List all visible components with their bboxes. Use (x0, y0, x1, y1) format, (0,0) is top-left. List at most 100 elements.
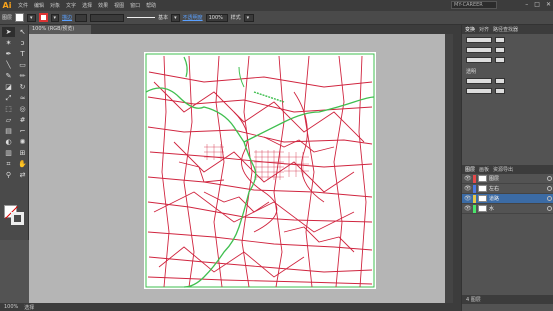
layer-row[interactable]: 👁 图层 (462, 174, 553, 184)
perspective-tool-icon[interactable]: ▱ (2, 115, 15, 125)
layer-row-active[interactable]: 👁 道路 (462, 194, 553, 204)
document-tab[interactable]: 100% (RGB/预览) (29, 25, 91, 34)
gradient-tool-icon[interactable]: ▤ (2, 126, 15, 136)
layer-name[interactable]: 图层 (489, 175, 545, 182)
layers-panel-tabs: 图层 画板 资源导出 (462, 165, 553, 174)
stroke-weight-field[interactable] (75, 13, 88, 22)
direct-selection-tool-icon[interactable]: ↖ (16, 27, 29, 37)
stroke-color-icon[interactable] (11, 212, 24, 225)
artboard-tool-icon[interactable]: ⊞ (16, 148, 29, 158)
y-field[interactable] (466, 47, 492, 53)
tab-artboards[interactable]: 画板 (479, 166, 489, 173)
tab-asset-export[interactable]: 资源导出 (493, 166, 513, 173)
brush-label: 基本 (158, 15, 169, 21)
zoom-tool-icon[interactable]: ⚲ (2, 170, 15, 180)
maximize-icon[interactable]: □ (534, 1, 540, 8)
close-icon[interactable]: ✕ (546, 1, 551, 8)
mask-field[interactable] (466, 88, 492, 94)
width-tool-icon[interactable]: ≈ (16, 93, 29, 103)
style-label: 样式 (230, 15, 241, 21)
layer-row[interactable]: 👁 左右 (462, 184, 553, 194)
stroke-dropdown[interactable]: ▾ (50, 13, 60, 22)
line-tool-icon[interactable]: ╲ (2, 60, 15, 70)
brush-tool-icon[interactable]: ✎ (2, 71, 15, 81)
tab-align[interactable]: 对齐 (479, 26, 489, 33)
layer-name[interactable]: 水 (489, 205, 545, 212)
menu-item[interactable]: 文件 (18, 2, 28, 9)
menu-item[interactable]: 文字 (66, 2, 76, 9)
shear-field[interactable] (495, 57, 505, 63)
workspace-switcher[interactable]: MY-CAREER (451, 1, 497, 9)
rotate-tool-icon[interactable]: ↻ (16, 82, 29, 92)
selection-tool-icon[interactable]: ➤ (2, 27, 15, 37)
variable-width-dropdown[interactable] (90, 13, 125, 22)
transparency-row (462, 87, 553, 95)
menu-item[interactable]: 视图 (114, 2, 124, 9)
type-tool-icon[interactable]: T (16, 49, 29, 59)
swap-colors-icon[interactable]: ⇄ (16, 170, 29, 180)
menu-item[interactable]: 对象 (50, 2, 60, 9)
menu-item[interactable]: 选择 (82, 2, 92, 9)
pen-tool-icon[interactable]: ✒ (2, 49, 15, 59)
canvas-area[interactable] (29, 34, 453, 303)
target-icon[interactable] (547, 186, 552, 191)
free-transform-tool-icon[interactable]: ⬚ (2, 104, 15, 114)
eraser-tool-icon[interactable]: ◪ (2, 82, 15, 92)
tab-transform[interactable]: 变换 (465, 26, 475, 33)
w-field[interactable] (495, 37, 505, 43)
opacity-field[interactable] (495, 78, 505, 84)
layer-color-swatch (473, 194, 476, 203)
shape-builder-tool-icon[interactable]: ◎ (16, 104, 29, 114)
style-dropdown[interactable]: ▾ (243, 13, 254, 22)
graph-tool-icon[interactable]: ▥ (2, 148, 15, 158)
brush-dropdown[interactable]: ▾ (171, 13, 180, 22)
layer-name[interactable]: 道路 (489, 195, 545, 202)
tab-pathfinder[interactable]: 路径查找器 (493, 26, 518, 33)
slice-tool-icon[interactable]: ⌗ (2, 159, 15, 169)
menu-item[interactable]: 窗口 (130, 2, 140, 9)
vertical-scrollbar[interactable] (445, 34, 453, 303)
rectangle-tool-icon[interactable]: ▭ (16, 60, 29, 70)
menu-item[interactable]: 效果 (98, 2, 108, 9)
stroke-swatch[interactable] (38, 13, 48, 22)
minimize-icon[interactable]: – (525, 1, 528, 8)
hand-tool-icon[interactable]: ✋ (16, 159, 29, 169)
transform-panel-tabs: 变换 对齐 路径查找器 (462, 25, 553, 34)
layer-name[interactable]: 左右 (489, 185, 545, 192)
layer-row[interactable]: 👁 水 (462, 204, 553, 214)
artboard[interactable] (144, 52, 376, 289)
stroke-label[interactable]: 描边 (62, 14, 72, 21)
opacity-label[interactable]: 不透明度 (183, 14, 203, 21)
eye-icon[interactable]: 👁 (464, 195, 472, 202)
blend-mode-dropdown[interactable] (466, 78, 492, 84)
fill-swatch[interactable] (15, 13, 25, 22)
eye-icon[interactable]: 👁 (464, 205, 472, 212)
clip-field[interactable] (495, 88, 505, 94)
x-field[interactable] (466, 37, 492, 43)
mesh-tool-icon[interactable]: # (16, 115, 29, 125)
rotate-field[interactable] (466, 57, 492, 63)
layers-panel: 图层 画板 资源导出 👁 图层 👁 左右 👁 道路 👁 水 (462, 165, 553, 214)
zoom-level[interactable]: 100% (4, 304, 18, 310)
right-panel: 变换 对齐 路径查找器 透明 图层 画板 资源导出 👁 图层 👁 左右 👁 道路… (461, 25, 553, 311)
lasso-tool-icon[interactable]: ↄ (16, 38, 29, 48)
fill-dropdown[interactable]: ▾ (27, 13, 36, 22)
layers-footer: 4 图层 (462, 295, 553, 304)
menu-item[interactable]: 帮助 (146, 2, 156, 9)
tab-layers[interactable]: 图层 (465, 166, 475, 173)
scale-tool-icon[interactable]: ⤢ (2, 93, 15, 103)
fill-stroke-indicator[interactable] (4, 205, 26, 227)
target-icon[interactable] (547, 206, 552, 211)
target-icon[interactable] (547, 176, 552, 181)
magic-wand-tool-icon[interactable]: ✶ (2, 38, 15, 48)
eyedropper-tool-icon[interactable]: ⌐ (16, 126, 29, 136)
eye-icon[interactable]: 👁 (464, 185, 472, 192)
blend-tool-icon[interactable]: ◐ (2, 137, 15, 147)
symbol-sprayer-tool-icon[interactable]: ✺ (16, 137, 29, 147)
opacity-field[interactable]: 100% (205, 13, 228, 22)
target-icon[interactable] (547, 196, 552, 201)
menu-item[interactable]: 编辑 (34, 2, 44, 9)
eye-icon[interactable]: 👁 (464, 175, 472, 182)
h-field[interactable] (495, 47, 505, 53)
pencil-tool-icon[interactable]: ✏ (16, 71, 29, 81)
